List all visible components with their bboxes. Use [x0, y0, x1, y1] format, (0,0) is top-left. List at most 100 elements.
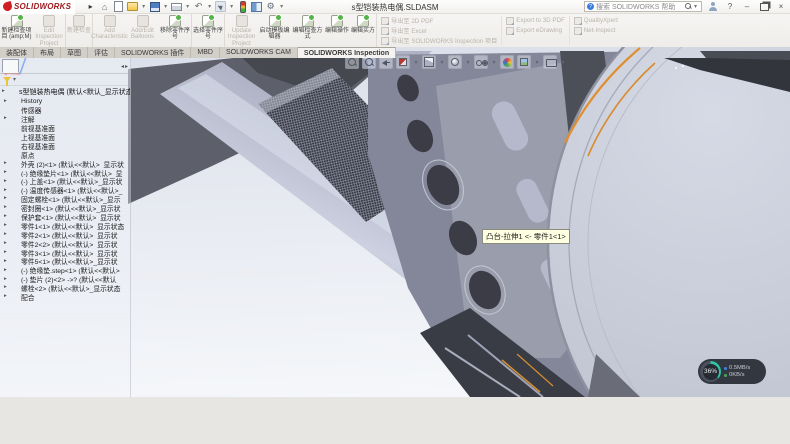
- print-icon[interactable]: [171, 1, 182, 12]
- export-item[interactable]: Export to 3D PDF: [506, 16, 565, 25]
- tree-item[interactable]: 密封圈<1> (默认<<默认>_显示状: [0, 204, 130, 213]
- expand-arrow-icon[interactable]: [4, 179, 9, 185]
- ribbon-button[interactable]: 编辑操作: [324, 14, 350, 47]
- expand-arrow-icon[interactable]: [4, 250, 9, 256]
- expand-arrow-icon[interactable]: [4, 161, 9, 167]
- tree-item[interactable]: 传感器: [0, 106, 130, 115]
- dropdown-caret-icon[interactable]: ▾: [185, 1, 190, 12]
- command-tab[interactable]: 草图: [61, 47, 88, 58]
- tree-item[interactable]: 零件2<2> (默认<<默认>_显示状: [0, 239, 130, 248]
- save-icon[interactable]: [149, 1, 160, 12]
- undo-icon[interactable]: ↶: [193, 1, 204, 12]
- command-tab[interactable]: SOLIDWORKS Inspection: [298, 47, 396, 58]
- export-item[interactable]: Export eDrawing: [506, 26, 565, 35]
- tree-item[interactable]: 螺栓<2> (默认<<默认>_显示状态: [0, 284, 130, 293]
- displaymanager-tab-icon[interactable]: [74, 59, 91, 73]
- command-tab[interactable]: 布局: [34, 47, 61, 58]
- new-file-icon[interactable]: [113, 1, 124, 12]
- ribbon-button[interactable]: 移除零件序号: [159, 14, 192, 47]
- tree-item[interactable]: (-) 上盖<1> (默认<<默认>_显示状: [0, 177, 130, 186]
- recorder-overlay[interactable]: 36% 0.5MB/s 0KB/s: [698, 359, 766, 384]
- tree-item[interactable]: 零件2<1> (默认<<默认>_显示状: [0, 230, 130, 239]
- view-settings-icon[interactable]: [543, 55, 557, 69]
- command-tab[interactable]: SOLIDWORKS 插件: [115, 47, 191, 58]
- expand-arrow-icon[interactable]: [2, 89, 7, 95]
- tree-root-item[interactable]: s型铠装热电偶 (默认<默认_显示状态>-1: [0, 86, 130, 97]
- export-item[interactable]: 导出至 Excel: [381, 26, 497, 35]
- ribbon-button[interactable]: 启动模板编辑器: [258, 14, 291, 47]
- tree-item[interactable]: 保护套<1> (默认<<默认>_显示状: [0, 213, 130, 222]
- search-caret-icon[interactable]: ▾: [694, 3, 699, 10]
- dropdown-caret-icon[interactable]: ▾: [534, 55, 540, 69]
- expand-arrow-icon[interactable]: [4, 99, 9, 105]
- search-icon[interactable]: [685, 3, 692, 10]
- expand-arrow-icon[interactable]: [4, 196, 9, 202]
- restore-button[interactable]: [758, 1, 770, 12]
- filter-caret-icon[interactable]: ▾: [13, 76, 16, 83]
- tree-item[interactable]: 原点: [0, 150, 130, 159]
- dropdown-caret-icon[interactable]: ▾: [413, 55, 419, 69]
- section-view-icon[interactable]: [396, 55, 410, 69]
- file-properties-icon[interactable]: [251, 1, 262, 12]
- edit-appearance-icon[interactable]: [500, 55, 514, 69]
- ribbon-button[interactable]: 选择零件序号: [192, 14, 225, 47]
- expand-arrow-icon[interactable]: [4, 188, 9, 194]
- tree-item[interactable]: (-) 绝缘垫.step<1> (默认<<默认>: [0, 266, 130, 275]
- login-icon[interactable]: [707, 1, 719, 12]
- tree-item[interactable]: (-) 温度传感器<1> (默认<<默认>_: [0, 186, 130, 195]
- minimize-button[interactable]: –: [741, 1, 753, 12]
- ribbon-button[interactable]: 新建检查项目 (amp;M): [0, 14, 33, 47]
- command-tab[interactable]: 装配体: [0, 47, 34, 58]
- graphics-viewport[interactable]: ▾ ▾ ▾ ▾ ▾ ▾: [0, 47, 790, 397]
- tree-item[interactable]: 零件3<1> (默认<<默认>_显示状: [0, 248, 130, 257]
- search-input[interactable]: ? 搜索 SOLIDWORKS 帮助 ▾: [584, 1, 702, 12]
- expand-arrow-icon[interactable]: [4, 294, 9, 300]
- tree-item[interactable]: 外壳 (2)<1> (默认<<默认>_显示状: [0, 159, 130, 168]
- tree-item[interactable]: 零件1<1> (默认<<默认>_显示状态: [0, 221, 130, 230]
- tree-item[interactable]: 前视基准面: [0, 124, 130, 133]
- command-tab[interactable]: MBD: [191, 47, 220, 58]
- tree-item[interactable]: (-) 垫片 (2)<2> ->? (默认<<默认: [0, 275, 130, 284]
- expand-arrow-icon[interactable]: [4, 214, 9, 220]
- select-icon[interactable]: [215, 1, 226, 12]
- expand-arrow-icon[interactable]: [4, 116, 9, 122]
- home-icon[interactable]: ⌂: [99, 1, 110, 12]
- dropdown-caret-icon[interactable]: ▾: [229, 1, 234, 12]
- export-item[interactable]: 导出至 2D PDF: [381, 16, 497, 25]
- dropdown-caret-icon[interactable]: ▾: [207, 1, 212, 12]
- dropdown-caret-icon[interactable]: ▾: [439, 55, 445, 69]
- configurationmanager-tab-icon[interactable]: [38, 59, 55, 73]
- dropdown-caret-icon[interactable]: ▾: [465, 55, 471, 69]
- featuremanager-tab-icon[interactable]: [2, 59, 19, 73]
- tree-item[interactable]: History: [0, 97, 130, 106]
- export-item[interactable]: QualityXpert: [574, 16, 618, 25]
- panel-tab-overflow-icon[interactable]: ◂▸: [121, 63, 128, 70]
- options-icon[interactable]: ⚙: [265, 1, 276, 12]
- ribbon-button[interactable]: Edit Inspection Project: [33, 14, 66, 47]
- expand-arrow-icon[interactable]: [4, 223, 9, 229]
- tree-item[interactable]: 右视基准面: [0, 141, 130, 150]
- ribbon-button[interactable]: 编辑检查方式: [291, 14, 324, 47]
- dropdown-caret-icon[interactable]: ▾: [141, 1, 146, 12]
- solidworks-logo[interactable]: SOLIDWORKS: [0, 0, 75, 14]
- flyout-arrow-icon[interactable]: ▸: [85, 1, 96, 12]
- view-orientation-icon[interactable]: [422, 55, 436, 69]
- expand-arrow-icon[interactable]: [4, 205, 9, 211]
- dropdown-caret-icon[interactable]: ▾: [560, 55, 566, 69]
- display-style-icon[interactable]: [448, 55, 462, 69]
- tree-item[interactable]: 固定螺栓<1> (默认<<默认>_显示: [0, 195, 130, 204]
- tree-item[interactable]: 配合: [0, 293, 130, 302]
- dimxpertmanager-tab-icon[interactable]: [56, 59, 73, 73]
- tree-item[interactable]: (-) 绝缘垫片<1> (默认<<默认>_显: [0, 168, 130, 177]
- ribbon-button[interactable]: 编辑买方: [350, 14, 376, 47]
- hide-show-items-icon[interactable]: [474, 55, 488, 69]
- expand-arrow-icon[interactable]: [4, 232, 9, 238]
- tree-item[interactable]: 零件5<1> (默认<<默认>_显示状: [0, 257, 130, 266]
- dropdown-caret-icon[interactable]: ▾: [491, 55, 497, 69]
- ribbon-button[interactable]: Update Inspection Project: [225, 14, 258, 47]
- dropdown-caret-icon[interactable]: ▾: [163, 1, 168, 12]
- tree-filter[interactable]: ▾: [0, 74, 130, 86]
- close-button[interactable]: ×: [775, 1, 787, 12]
- dropdown-caret-icon[interactable]: ▾: [279, 1, 284, 12]
- expand-arrow-icon[interactable]: [4, 241, 9, 247]
